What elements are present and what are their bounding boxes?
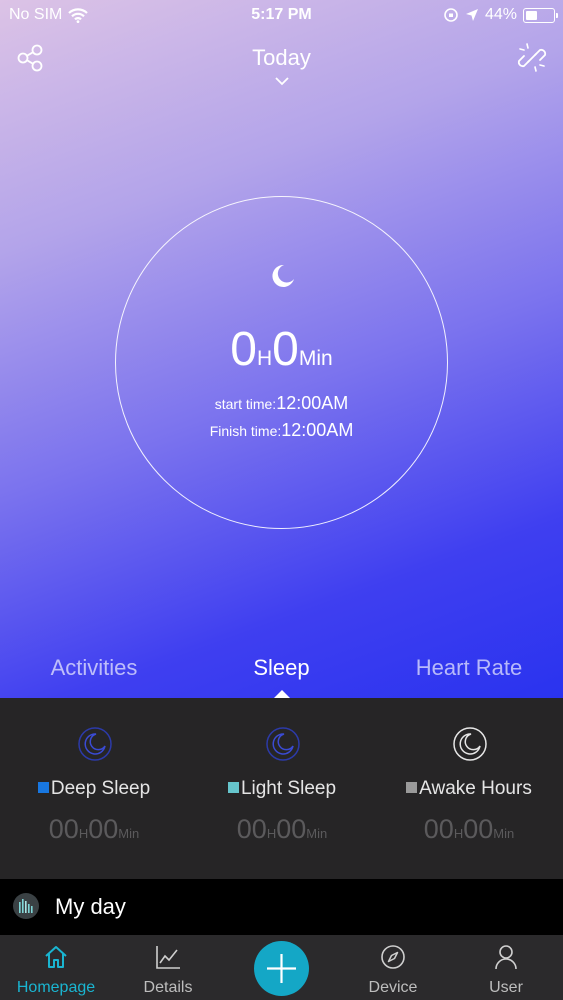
tab-heart-rate[interactable]: Heart Rate (375, 655, 563, 681)
nav-details-label: Details (143, 979, 193, 996)
broken-link-icon (517, 43, 547, 72)
stat-light-sleep: Light Sleep 00H00Min (188, 698, 376, 879)
awake-minutes-unit: Min (493, 826, 515, 841)
light-hours-unit: H (266, 826, 277, 841)
moon-icon (272, 264, 294, 287)
finish-time-label: Finish time: (209, 423, 282, 439)
sleep-duration: 0H0Min (0, 322, 563, 377)
battery-tip (556, 12, 558, 18)
moon-icon (266, 727, 300, 761)
tab-activities[interactable]: Activities (0, 655, 188, 681)
light-hours: 00 (236, 814, 267, 844)
finish-time-value: 12:00AM (281, 420, 354, 440)
orientation-lock-icon (444, 8, 458, 22)
duration-hours: 0 (230, 323, 257, 376)
compass-icon (381, 945, 405, 969)
stat-awake-hours: Awake Hours 00H00Min (375, 698, 563, 879)
light-sleep-label: Light Sleep (240, 778, 337, 799)
line-chart-icon (156, 946, 180, 969)
start-time-value: 12:00AM (276, 393, 349, 413)
moon-icon (78, 727, 112, 761)
link-button[interactable] (515, 41, 549, 75)
nav-details[interactable]: Details (112, 935, 224, 1000)
legend-swatch (406, 782, 418, 793)
awake-hours: 00 (423, 814, 454, 844)
stat-value: 00H00Min (0, 814, 188, 845)
deep-hours-unit: H (78, 826, 89, 841)
start-time-label: start time: (214, 396, 277, 412)
category-tabs: Activities Sleep Heart Rate (0, 650, 563, 698)
status-bar: No SIM 5:17 PM 44% (0, 0, 563, 30)
my-day-row[interactable]: My day (0, 879, 563, 935)
awake-hours-unit: H (453, 826, 464, 841)
nav-device[interactable]: Device (337, 935, 449, 1000)
stat-label: Awake Hours (375, 778, 563, 800)
nav-homepage-label: Homepage (16, 979, 96, 996)
start-time-row: start time:12:00AM (0, 393, 563, 414)
active-tab-indicator (274, 690, 290, 698)
sleep-stats-panel: Deep Sleep 00H00Min Light Sleep 00H00Min… (0, 698, 563, 879)
legend-swatch (227, 782, 239, 793)
chevron-down-icon[interactable] (274, 76, 290, 86)
battery-icon (523, 7, 558, 23)
duration-minutes: 0 (272, 323, 299, 376)
status-right: 44% (443, 6, 558, 24)
date-selector[interactable]: Today (0, 45, 563, 71)
awake-hours-label: Awake Hours (419, 778, 532, 799)
stat-label: Light Sleep (188, 778, 376, 800)
chart-bars-icon (13, 893, 39, 919)
legend-swatch (37, 782, 49, 793)
moon-icon (453, 727, 487, 761)
stat-label: Deep Sleep (0, 778, 188, 800)
battery-fill (526, 10, 537, 20)
duration-minutes-unit: Min (298, 347, 333, 370)
deep-sleep-label: Deep Sleep (50, 778, 151, 799)
light-minutes-unit: Min (306, 826, 328, 841)
deep-minutes-unit: Min (118, 826, 140, 841)
nav-user-label: User (489, 979, 523, 996)
location-icon (465, 9, 478, 21)
sleep-hero: No SIM 5:17 PM 44% Today 0H0Min start ti… (0, 0, 563, 698)
awake-minutes: 00 (463, 814, 494, 844)
nav-device-label: Device (368, 979, 418, 996)
nav-user[interactable]: User (450, 935, 562, 1000)
user-icon (495, 945, 517, 970)
home-icon (45, 946, 67, 968)
light-minutes: 00 (276, 814, 307, 844)
duration-hours-unit: H (256, 347, 273, 370)
stat-value: 00H00Min (188, 814, 376, 845)
deep-hours: 00 (48, 814, 79, 844)
plus-icon (267, 954, 296, 983)
my-day-label: My day (55, 894, 126, 919)
battery-percent: 44% (484, 6, 517, 23)
deep-minutes: 00 (88, 814, 119, 844)
top-bar: Today (0, 36, 563, 96)
finish-time-row: Finish time:12:00AM (0, 420, 563, 441)
tab-sleep[interactable]: Sleep (188, 655, 375, 681)
add-button[interactable] (254, 941, 309, 996)
stat-deep-sleep: Deep Sleep 00H00Min (0, 698, 188, 879)
nav-homepage[interactable]: Homepage (0, 935, 112, 1000)
stat-value: 00H00Min (375, 814, 563, 845)
